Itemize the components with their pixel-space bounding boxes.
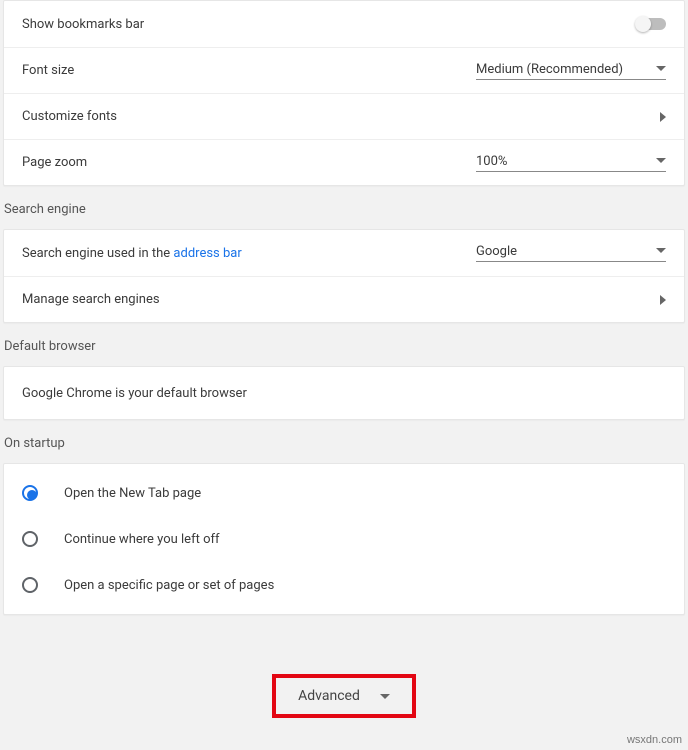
radio-button[interactable] bbox=[22, 577, 38, 593]
chevron-down-icon bbox=[656, 158, 666, 163]
chevron-right-icon bbox=[660, 295, 666, 305]
show-bookmarks-row[interactable]: Show bookmarks bar bbox=[4, 1, 684, 47]
search-engine-used-label: Search engine used in the address bar bbox=[22, 246, 476, 261]
appearance-card: Show bookmarks bar Font size Medium (Rec… bbox=[3, 0, 685, 186]
chevron-down-icon bbox=[380, 694, 390, 699]
startup-option-continue[interactable]: Continue where you left off bbox=[4, 516, 684, 562]
chevron-right-icon bbox=[660, 112, 666, 122]
startup-option-specific-pages[interactable]: Open a specific page or set of pages bbox=[4, 562, 684, 608]
page-zoom-label: Page zoom bbox=[22, 155, 476, 170]
font-size-row[interactable]: Font size Medium (Recommended) bbox=[4, 47, 684, 93]
chevron-down-icon bbox=[656, 66, 666, 71]
default-browser-status: Google Chrome is your default browser bbox=[4, 367, 684, 419]
radio-button[interactable] bbox=[22, 531, 38, 547]
default-browser-card: Google Chrome is your default browser bbox=[3, 366, 685, 420]
chevron-down-icon bbox=[656, 248, 666, 253]
search-engine-row[interactable]: Search engine used in the address bar Go… bbox=[4, 230, 684, 276]
manage-search-engines-row[interactable]: Manage search engines bbox=[4, 276, 684, 322]
font-size-label: Font size bbox=[22, 63, 476, 78]
page-zoom-value: 100% bbox=[476, 154, 507, 169]
show-bookmarks-label: Show bookmarks bar bbox=[22, 17, 616, 32]
advanced-button[interactable]: Advanced bbox=[272, 674, 416, 718]
page-zoom-row[interactable]: Page zoom 100% bbox=[4, 139, 684, 185]
bookmarks-toggle[interactable] bbox=[636, 18, 666, 30]
search-engine-value: Google bbox=[476, 244, 517, 259]
font-size-value: Medium (Recommended) bbox=[476, 62, 623, 77]
on-startup-heading: On startup bbox=[0, 420, 688, 463]
startup-option-new-tab[interactable]: Open the New Tab page bbox=[4, 470, 684, 516]
startup-option-label: Open a specific page or set of pages bbox=[64, 578, 274, 593]
customize-fonts-row[interactable]: Customize fonts bbox=[4, 93, 684, 139]
manage-search-engines-label: Manage search engines bbox=[22, 292, 640, 307]
watermark: wsxdn.com bbox=[627, 734, 682, 746]
advanced-label: Advanced bbox=[298, 688, 360, 704]
search-engine-used-pre: Search engine used in the bbox=[22, 246, 173, 261]
search-engine-dropdown[interactable]: Google bbox=[476, 244, 666, 262]
advanced-row: Advanced bbox=[0, 674, 688, 718]
startup-option-label: Continue where you left off bbox=[64, 532, 220, 547]
search-engine-card: Search engine used in the address bar Go… bbox=[3, 229, 685, 323]
startup-option-label: Open the New Tab page bbox=[64, 486, 201, 501]
address-bar-link[interactable]: address bar bbox=[173, 246, 241, 261]
default-browser-heading: Default browser bbox=[0, 323, 688, 366]
page-zoom-dropdown[interactable]: 100% bbox=[476, 154, 666, 172]
search-engine-heading: Search engine bbox=[0, 186, 688, 229]
on-startup-card: Open the New Tab page Continue where you… bbox=[3, 463, 685, 615]
customize-fonts-label: Customize fonts bbox=[22, 109, 640, 124]
toggle-knob bbox=[635, 16, 651, 32]
radio-button[interactable] bbox=[22, 485, 38, 501]
font-size-dropdown[interactable]: Medium (Recommended) bbox=[476, 62, 666, 80]
